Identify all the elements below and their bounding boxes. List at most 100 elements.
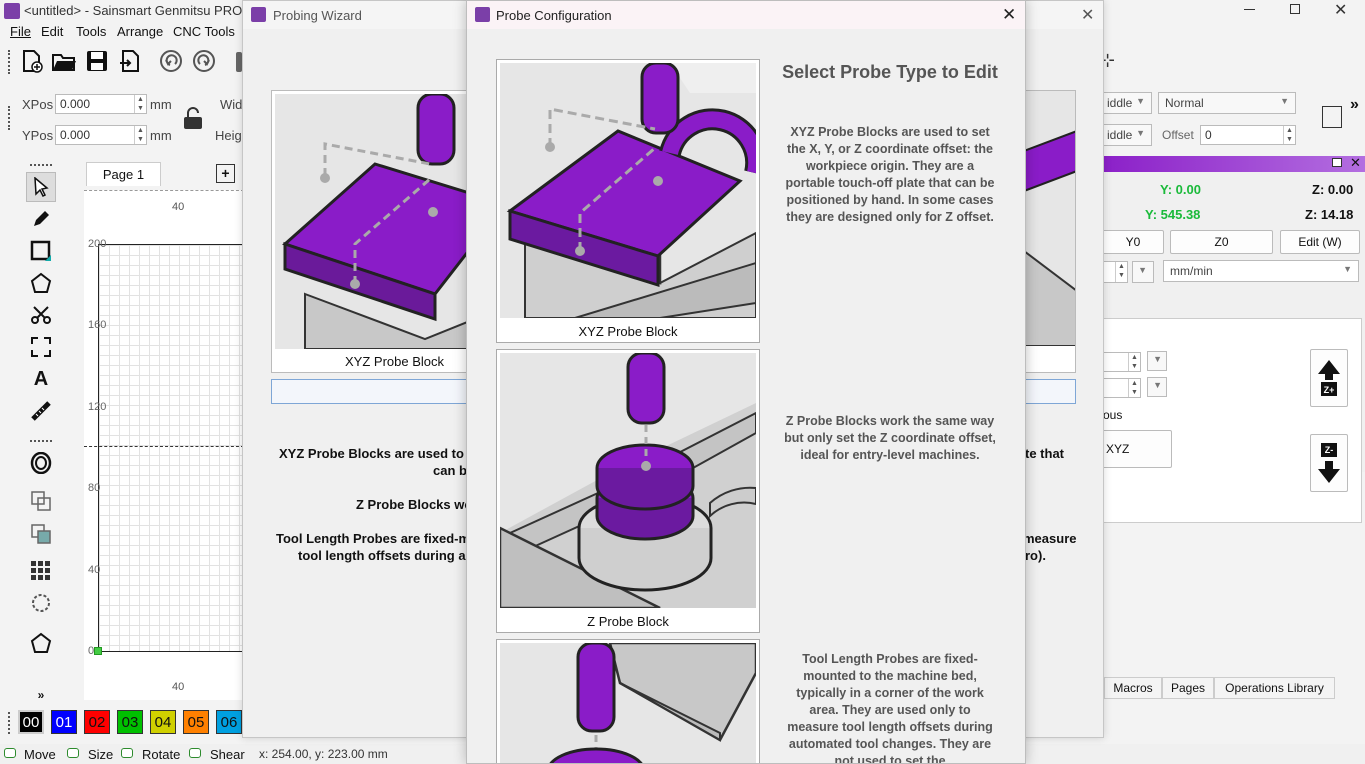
palette-swatch-06[interactable]: 06 xyxy=(216,710,242,734)
weld-tool-icon[interactable] xyxy=(26,486,56,516)
page-tab[interactable]: Page 1 xyxy=(86,162,161,186)
pencil-tool-icon[interactable] xyxy=(26,204,56,234)
spin-arrows-icon[interactable]: ▲ ▼ xyxy=(1283,126,1295,144)
xyz-probe-illustration xyxy=(500,63,756,318)
toolbar-more-icon[interactable]: » xyxy=(1350,96,1359,114)
ypos-label: YPos xyxy=(22,128,54,143)
wizard-close-icon[interactable]: ✕ xyxy=(1081,5,1094,25)
tab-macros[interactable]: Macros xyxy=(1104,677,1162,699)
float-icon[interactable] xyxy=(1332,158,1342,167)
probe-card-tool-length[interactable] xyxy=(496,639,760,763)
align-icon[interactable] xyxy=(1322,106,1342,128)
spin-arrows-icon[interactable]: ▲ ▼ xyxy=(134,95,146,113)
palette-swatch-00[interactable]: 00 xyxy=(18,710,44,734)
config-title: Probe Configuration xyxy=(496,8,612,23)
menu-tools[interactable]: Tools xyxy=(76,24,106,39)
ruler-label: 120 xyxy=(88,401,107,413)
offset-tool-icon[interactable] xyxy=(26,448,56,478)
array-tool-icon[interactable] xyxy=(26,556,56,586)
save-icon[interactable] xyxy=(83,47,111,75)
y0-button[interactable]: Y0 xyxy=(1102,230,1164,254)
open-folder-icon[interactable] xyxy=(50,47,78,75)
wizard-text-3-right: measure xyxy=(1023,531,1077,546)
spin-arrows-icon[interactable]: ▲ ▼ xyxy=(1128,379,1140,397)
panel-close-icon[interactable]: ✕ xyxy=(1350,155,1361,171)
text-tool-icon[interactable]: A xyxy=(26,364,56,394)
size-label: Size xyxy=(88,747,114,762)
spin-arrows-icon[interactable]: ▲ ▼ xyxy=(134,126,146,144)
tab-pages[interactable]: Pages xyxy=(1162,677,1214,699)
wizard-card-right[interactable] xyxy=(1023,90,1076,373)
z-probe-illustration xyxy=(500,353,756,608)
boolean-tool-icon[interactable] xyxy=(26,519,56,549)
menu-edit[interactable]: Edit xyxy=(41,24,63,39)
menu-cnc-tools[interactable]: CNC Tools xyxy=(173,24,235,39)
spin-arrows-icon[interactable]: ▲ ▼ xyxy=(1128,353,1140,371)
ypos-unit: mm xyxy=(150,128,172,143)
probe-card-z[interactable]: Z Probe Block xyxy=(496,349,760,633)
rotate-toggle-icon[interactable] xyxy=(121,748,133,758)
rate-stepper[interactable]: ▲ ▼ xyxy=(1102,261,1128,283)
y-position-2: Y: 545.38 xyxy=(1145,207,1201,222)
rectangle-tool-icon[interactable] xyxy=(26,236,56,266)
z-minus-button[interactable]: Z- xyxy=(1310,434,1348,492)
palette-swatch-05[interactable]: 05 xyxy=(183,710,209,734)
select-tool-icon[interactable] xyxy=(26,172,56,202)
edit-button[interactable]: Edit (W) xyxy=(1280,230,1360,254)
rate-unit-combo[interactable]: mm/min ▼ xyxy=(1163,260,1359,282)
offset-input[interactable]: 0 ▲ ▼ xyxy=(1200,125,1296,145)
restore-icon[interactable] xyxy=(1290,4,1300,14)
palette-swatch-04[interactable]: 04 xyxy=(150,710,176,734)
tab-operations-library[interactable]: Operations Library xyxy=(1214,677,1335,699)
crop-tool-icon[interactable] xyxy=(26,332,56,362)
ypos-input[interactable]: 0.000 ▲ ▼ xyxy=(55,125,147,145)
ruler-label: 40 xyxy=(88,564,101,576)
xyz-button[interactable]: XYZ xyxy=(1101,430,1172,468)
node-edit-icon[interactable] xyxy=(26,628,56,658)
move-toggle-icon[interactable] xyxy=(4,748,16,758)
combo-1[interactable]: iddle ▼ xyxy=(1100,92,1152,114)
menu-file[interactable]: File xyxy=(10,24,31,39)
wizard-text-1-right: te that xyxy=(1025,446,1064,461)
palette-swatch-03[interactable]: 03 xyxy=(117,710,143,734)
rate-dropdown[interactable]: ▼ xyxy=(1132,261,1154,283)
probe-card-xyz[interactable]: XYZ Probe Block xyxy=(496,59,760,343)
arrow-up-icon: Z+ xyxy=(1318,360,1340,396)
z-plus-label: Z+ xyxy=(1324,385,1335,395)
palette-swatch-01[interactable]: 01 xyxy=(51,710,77,734)
combo-normal[interactable]: Normal ▼ xyxy=(1158,92,1296,114)
add-page-icon[interactable]: + xyxy=(216,164,235,183)
new-file-icon[interactable] xyxy=(17,47,45,75)
palette-swatch-02[interactable]: 02 xyxy=(84,710,110,734)
jog-step-input-1[interactable]: ▲ ▼ xyxy=(1101,352,1141,372)
menu-arrange[interactable]: Arrange xyxy=(117,24,163,39)
polygon-tool-icon[interactable] xyxy=(26,268,56,298)
lock-icon[interactable] xyxy=(182,106,204,133)
close-icon[interactable]: ✕ xyxy=(1334,0,1347,20)
canvas-area[interactable]: 40 40 200 160 120 80 40 0 xyxy=(84,190,244,700)
chevron-down-icon: ▼ xyxy=(1153,380,1162,390)
xpos-label: XPos xyxy=(22,97,54,112)
jog-step-dropdown-1[interactable]: ▼ xyxy=(1147,351,1167,371)
shear-toggle-icon[interactable] xyxy=(189,748,201,758)
undo-icon[interactable] xyxy=(157,47,185,75)
probe-card-z-label: Z Probe Block xyxy=(587,614,669,629)
size-toggle-icon[interactable] xyxy=(67,748,79,758)
tab-pages-label: Pages xyxy=(1170,681,1206,695)
measure-tool-icon[interactable] xyxy=(26,396,56,426)
spin-arrows-icon[interactable]: ▲ ▼ xyxy=(1115,262,1127,282)
minimize-icon[interactable] xyxy=(1244,9,1255,10)
xpos-input[interactable]: 0.000 ▲ ▼ xyxy=(55,94,147,114)
expand-more-icon[interactable]: » xyxy=(26,680,56,710)
scissors-tool-icon[interactable] xyxy=(26,300,56,330)
circular-array-icon[interactable] xyxy=(26,588,56,618)
ruler-label: 40 xyxy=(172,201,185,213)
export-icon[interactable] xyxy=(116,47,144,75)
z0-button[interactable]: Z0 xyxy=(1170,230,1273,254)
jog-step-dropdown-2[interactable]: ▼ xyxy=(1147,377,1167,397)
config-close-icon[interactable]: ✕ xyxy=(1002,5,1016,25)
redo-icon[interactable] xyxy=(190,47,218,75)
combo-3[interactable]: iddle ▼ xyxy=(1100,124,1152,146)
jog-step-input-2[interactable]: ▲ ▼ xyxy=(1101,378,1141,398)
z-plus-button[interactable]: Z+ xyxy=(1310,349,1348,407)
